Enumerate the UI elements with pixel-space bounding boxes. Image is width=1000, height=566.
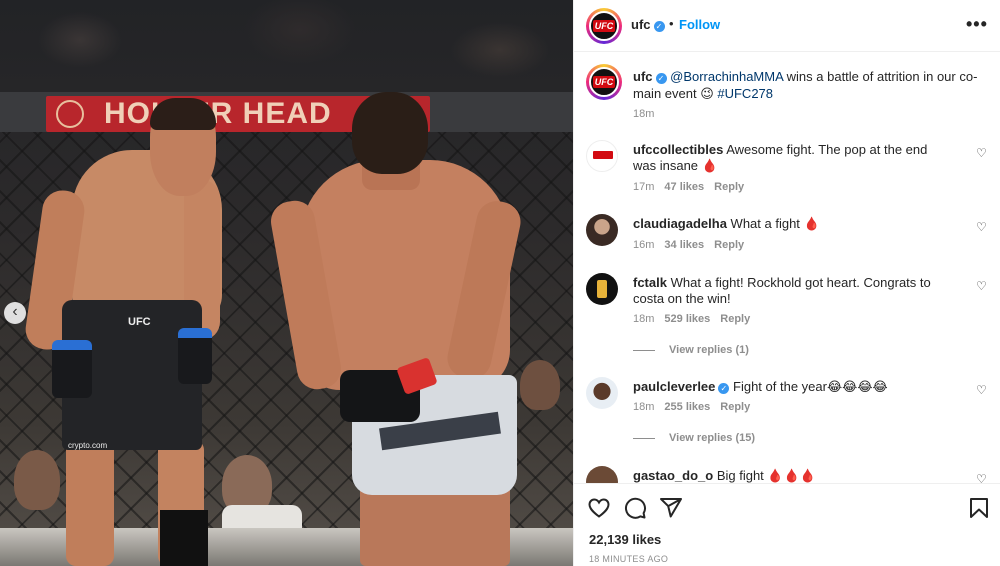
- caption-mention[interactable]: @BorrachinhaMMA: [670, 69, 783, 84]
- ufc-collectibles-logo-icon: [593, 151, 613, 159]
- comment-text: claudiagadelha What a fight 🩸: [633, 216, 951, 232]
- avatar[interactable]: [586, 273, 618, 305]
- comment-meta: 18m 255 likes Reply: [633, 401, 750, 413]
- follow-button[interactable]: Follow: [679, 17, 720, 32]
- view-replies-button[interactable]: View replies (15): [617, 432, 755, 444]
- post-sidebar: UFC ufc ✓ • Follow ••• UFC ufc ✓ @Borrachi…: [573, 0, 1000, 566]
- comment-body: What a fight! Rockhold got heart. Congra…: [633, 275, 931, 306]
- header-username[interactable]: ufc: [631, 17, 651, 32]
- spectator: [14, 450, 60, 510]
- fighter-glove: [52, 340, 92, 398]
- caption-text: ufc ✓ @BorrachinhaMMA wins a battle of at…: [633, 68, 978, 102]
- caption-timestamp: 18m: [633, 108, 655, 120]
- comment-like-heart-icon[interactable]: ♡: [976, 146, 990, 160]
- comment-text: fctalk What a fight! Rockhold got heart.…: [633, 275, 951, 307]
- reply-button[interactable]: Reply: [720, 401, 750, 413]
- avatar[interactable]: UFC: [586, 64, 622, 100]
- bookmark-icon[interactable]: [967, 496, 991, 520]
- comment-username[interactable]: ufccollectibles: [633, 142, 723, 157]
- reply-button[interactable]: Reply: [714, 181, 744, 193]
- comment-likes[interactable]: 47 likes: [664, 181, 704, 193]
- shorts-brand: UFC: [128, 316, 151, 328]
- ufc-logo-icon: UFC: [592, 20, 616, 32]
- header-username-link[interactable]: ufc ✓: [631, 17, 665, 32]
- comment-meta: 18m 529 likes Reply: [633, 313, 750, 325]
- verified-badge-icon: ✓: [718, 383, 730, 394]
- fighter-head: [352, 92, 428, 174]
- comment-username[interactable]: claudiagadelha: [633, 216, 727, 231]
- comment-like-heart-icon[interactable]: ♡: [976, 220, 990, 234]
- avatar[interactable]: UFC: [586, 8, 622, 44]
- comment-like-heart-icon[interactable]: ♡: [976, 279, 990, 293]
- comment-like-heart-icon[interactable]: ♡: [976, 383, 990, 397]
- comment-username[interactable]: gastao_do_o: [633, 468, 713, 483]
- fighter-left-leg: [66, 440, 114, 566]
- comment-time: 18m: [633, 313, 655, 325]
- ufc-logo-icon: UFC: [592, 76, 616, 88]
- comment-text: ufccollectibles Awesome fight. The pop a…: [633, 142, 951, 174]
- caption-username[interactable]: ufc: [633, 69, 653, 84]
- comment-icon[interactable]: [623, 496, 647, 520]
- post-like-count[interactable]: 22,139 likes: [589, 532, 661, 547]
- comment-body: Fight of the year😂😂😂😂: [733, 379, 888, 394]
- comment-time: 16m: [633, 239, 655, 251]
- avatar[interactable]: [586, 214, 618, 246]
- post-image[interactable]: HOLLER HEAD UFC crypto.com ‹: [0, 0, 573, 566]
- fighter-shin-guard: [160, 510, 208, 566]
- comment-text: gastao_do_o Big fight 🩸🩸🩸: [633, 468, 951, 484]
- chevron-left-icon: ‹: [12, 303, 18, 320]
- view-replies-button[interactable]: View replies (1): [617, 344, 749, 356]
- comment-username[interactable]: fctalk: [633, 275, 667, 290]
- reply-button[interactable]: Reply: [720, 313, 750, 325]
- reply-button[interactable]: Reply: [714, 239, 744, 251]
- comment-likes[interactable]: 529 likes: [664, 313, 710, 325]
- share-icon[interactable]: [659, 496, 683, 520]
- caption-hashtag[interactable]: #UFC278: [717, 86, 773, 101]
- comment-meta: 16m 34 likes Reply: [633, 239, 744, 251]
- verified-badge-icon: ✓: [655, 73, 667, 84]
- fctalk-logo-icon: [597, 280, 607, 298]
- comment-body: Big fight 🩸🩸🩸: [716, 468, 816, 483]
- comment-username[interactable]: paulcleverlee: [633, 379, 715, 394]
- comment-meta: 17m 47 likes Reply: [633, 181, 744, 193]
- comment-likes[interactable]: 34 likes: [664, 239, 704, 251]
- comment-time: 18m: [633, 401, 655, 413]
- post-actions: 22,139 likes 18 MINUTES AGO: [574, 483, 1000, 566]
- comment-body: What a fight 🩸: [730, 216, 820, 231]
- heart-icon[interactable]: [587, 496, 611, 520]
- avatar[interactable]: [586, 377, 618, 409]
- carousel-prev-button[interactable]: ‹: [4, 302, 26, 324]
- fighter-glove: [178, 328, 212, 384]
- shorts-sponsor: crypto.com: [68, 441, 108, 450]
- comment-likes[interactable]: 255 likes: [664, 401, 710, 413]
- banner-logo-icon: [56, 100, 84, 128]
- comment-text: paulcleverlee ✓ Fight of the year😂😂😂😂: [633, 379, 951, 395]
- fighter-hair: [150, 98, 216, 130]
- avatar[interactable]: [586, 140, 618, 172]
- header-separator: •: [669, 16, 674, 31]
- spectator: [520, 360, 560, 410]
- comment-time: 17m: [633, 181, 655, 193]
- post-header: UFC ufc ✓ • Follow •••: [574, 0, 1000, 52]
- post-timestamp: 18 MINUTES AGO: [589, 554, 669, 564]
- verified-badge-icon: ✓: [653, 21, 665, 32]
- more-options-icon[interactable]: •••: [966, 14, 988, 35]
